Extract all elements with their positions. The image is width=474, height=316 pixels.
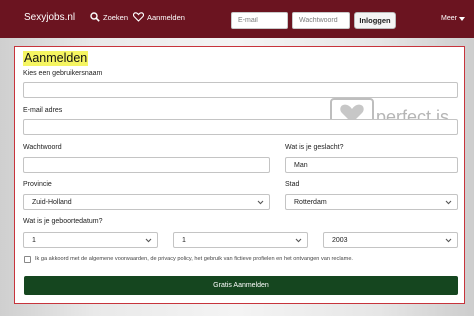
username-field[interactable]: [23, 82, 458, 98]
agree-checkbox[interactable]: [24, 256, 31, 263]
birth-year-value: 2003: [332, 236, 348, 244]
agree-text: Ik ga akkoord met de algemene voorwaarde…: [35, 256, 353, 262]
search-icon: [90, 12, 100, 22]
password-label: Wachtwoord: [23, 144, 62, 151]
chevron-down-icon: [445, 238, 452, 243]
header-email-input[interactable]: [231, 12, 288, 29]
heart-icon: [133, 12, 144, 22]
gender-select[interactable]: Man: [285, 157, 458, 173]
province-label: Provincie: [23, 181, 52, 188]
email-field[interactable]: [23, 119, 458, 135]
top-navbar: Sexyjobs.nl Zoeken Aanmelden Inloggen Me…: [0, 0, 474, 38]
submit-button[interactable]: Gratis Aanmelden: [24, 276, 458, 295]
city-label: Stad: [285, 181, 300, 188]
gender-select-value: Man: [294, 161, 308, 169]
more-menu-label: Meer: [441, 15, 457, 22]
birth-year-select[interactable]: 2003: [323, 232, 458, 248]
more-menu[interactable]: Meer: [441, 15, 465, 22]
caret-down-icon: [458, 16, 465, 21]
gender-label: Wat is je geslacht?: [285, 144, 344, 151]
birth-day-value: 1: [32, 236, 36, 244]
birth-day-select[interactable]: 1: [23, 232, 158, 248]
username-label: Kies een gebruikersnaam: [23, 70, 103, 77]
email-label: E-mail adres: [23, 107, 63, 114]
province-select-value: Zuid-Holland: [32, 198, 72, 206]
password-field[interactable]: [23, 157, 270, 173]
city-select-value: Rotterdam: [294, 198, 327, 206]
login-button[interactable]: Inloggen: [354, 12, 396, 29]
page-title: Aanmelden: [23, 51, 89, 66]
birth-month-select[interactable]: 1: [173, 232, 308, 248]
city-select[interactable]: Rotterdam: [285, 194, 458, 210]
chevron-down-icon: [145, 238, 152, 243]
province-select[interactable]: Zuid-Holland: [23, 194, 270, 210]
search-link[interactable]: Zoeken: [90, 12, 128, 22]
search-link-label: Zoeken: [103, 12, 129, 22]
birthdate-label: Wat is je geboortedatum?: [23, 218, 103, 225]
birth-month-value: 1: [182, 236, 186, 244]
register-link-label: Aanmelden: [147, 12, 185, 22]
brand-logo[interactable]: Sexyjobs.nl: [24, 12, 75, 23]
chevron-down-icon: [295, 238, 302, 243]
header-password-input[interactable]: [292, 12, 350, 29]
chevron-down-icon: [445, 200, 452, 205]
register-link[interactable]: Aanmelden: [133, 12, 185, 22]
chevron-down-icon: [257, 200, 264, 205]
